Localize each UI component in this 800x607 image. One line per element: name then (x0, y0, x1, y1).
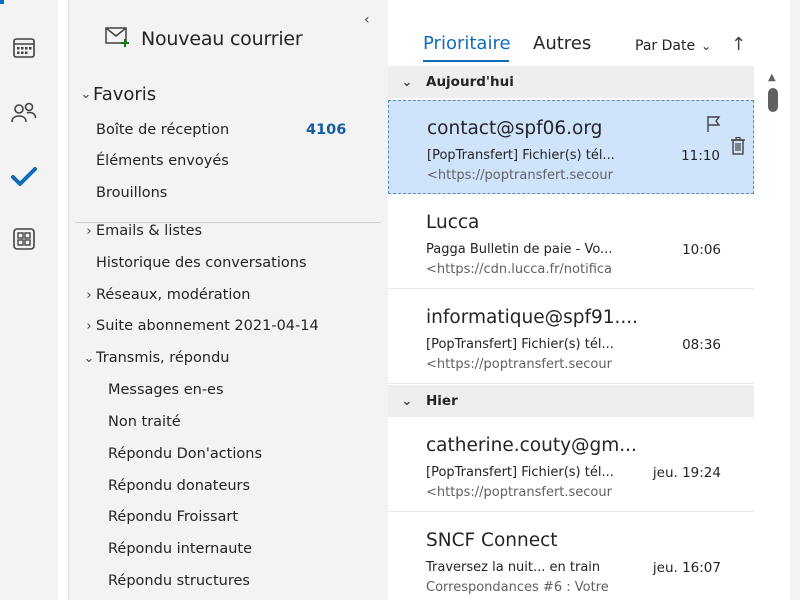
message-subject: Traversez la nuit... en train (426, 560, 601, 575)
compose-icon (105, 26, 131, 52)
folder-emails-listes[interactable]: › Emails & listes (82, 218, 202, 244)
chevron-down-icon: ⌄ (83, 350, 95, 366)
message-preview: Correspondances #6 : Votre (426, 580, 609, 595)
folder-drafts[interactable]: Brouillons (96, 180, 167, 206)
scroll-up-arrow-icon[interactable]: ▲ (768, 72, 776, 83)
flag-icon[interactable] (705, 115, 723, 133)
sort-direction-icon[interactable]: ↑ (731, 34, 746, 55)
trash-icon[interactable] (729, 137, 747, 155)
apps-icon[interactable] (11, 226, 37, 252)
message-sender: SNCF Connect (426, 530, 558, 551)
message-sender: informatique@spf91.... (426, 307, 639, 328)
subfolder-label: Non traité (108, 414, 181, 430)
folder-suite[interactable]: › Suite abonnement 2021-04-14 (82, 313, 319, 339)
people-icon[interactable] (11, 100, 37, 126)
message-time: jeu. 16:07 (652, 560, 721, 576)
message-item[interactable]: SNCF Connect Traversez la nuit... en tra… (388, 513, 754, 607)
folder-emails-listes-label: Emails & listes (96, 223, 203, 239)
message-sender: Lucca (426, 212, 480, 233)
inbox-unread-count: 4106 (306, 122, 347, 138)
folder-drafts-label: Brouillons (96, 185, 168, 201)
chevron-down-icon: ⌄ (701, 39, 712, 53)
subfolder-item[interactable]: Répondu internaute (108, 536, 252, 562)
reading-pane-edge (790, 0, 800, 600)
folder-sent-label: Éléments envoyés (96, 153, 229, 169)
new-mail-button[interactable]: Nouveau courrier (105, 26, 303, 52)
message-item[interactable]: contact@spf06.org [PopTransfert] Fichier… (388, 100, 754, 194)
subfolder-label: Messages en-es (108, 382, 224, 398)
calendar-icon[interactable] (11, 35, 37, 61)
todo-check-icon[interactable] (11, 163, 37, 189)
folder-transmis[interactable]: ⌄ Transmis, répondu (82, 345, 230, 371)
message-preview: <https://cdn.lucca.fr/notifica (426, 262, 613, 277)
inbox-tabs: Prioritaire Autres Par Date ⌄ ↑ (388, 0, 754, 66)
tab-other[interactable]: Autres (533, 33, 591, 54)
subfolder-item[interactable]: Messages en-es (108, 377, 224, 403)
message-sender: catherine.couty@gm... (426, 435, 637, 456)
folder-inbox-label: Boîte de réception (96, 122, 230, 138)
rail-accent (0, 0, 4, 4)
message-time: 08:36 (682, 337, 721, 353)
folder-suite-label: Suite abonnement 2021-04-14 (96, 318, 319, 334)
message-subject: [PopTransfert] Fichier(s) tél... (426, 465, 614, 480)
message-preview: <https://poptransfert.secour (426, 485, 612, 500)
chevron-right-icon: › (86, 318, 92, 334)
message-sender: contact@spf06.org (427, 118, 603, 139)
message-item[interactable]: informatique@spf91.... [PopTransfert] Fi… (388, 290, 754, 384)
message-time: 11:10 (681, 148, 720, 164)
app-rail (0, 0, 58, 600)
subfolder-label: Répondu structures (108, 573, 250, 589)
favorites-header[interactable]: ⌄ Favoris (79, 81, 157, 107)
collapse-pane-icon[interactable]: ‹ (364, 12, 370, 28)
message-list-pane: Prioritaire Autres Par Date ⌄ ↑ ⌄ Aujour… (388, 0, 754, 600)
tab-focused-underline (423, 60, 509, 62)
group-header-yesterday[interactable]: ⌄ Hier (388, 385, 754, 417)
subfolder-item[interactable]: Répondu Froissart (108, 504, 238, 530)
folder-historique[interactable]: Historique des conversations (96, 250, 307, 276)
sort-label: Par Date (635, 38, 696, 54)
chevron-down-icon: ⌄ (80, 86, 92, 102)
folder-reseaux[interactable]: › Réseaux, modération (82, 282, 250, 308)
group-header-today[interactable]: ⌄ Aujourd'hui (388, 66, 754, 98)
message-subject: [PopTransfert] Fichier(s) tél... (426, 337, 614, 352)
message-item[interactable]: catherine.couty@gm... [PopTransfert] Fic… (388, 418, 754, 512)
new-mail-label: Nouveau courrier (141, 28, 303, 50)
subfolder-item[interactable]: Répondu structures (108, 568, 250, 594)
message-time: jeu. 19:24 (652, 465, 721, 481)
group-label: Aujourd'hui (426, 74, 514, 90)
chevron-down-icon: ⌄ (401, 74, 413, 90)
subfolder-label: Répondu internaute (108, 541, 253, 557)
subfolder-label: Répondu Don'actions (108, 446, 263, 462)
sort-dropdown[interactable]: Par Date ⌄ (635, 38, 711, 54)
subfolder-item[interactable]: Répondu donateurs (108, 473, 250, 499)
tab-focused[interactable]: Prioritaire (423, 33, 511, 54)
message-preview: <https://poptransfert.secour (426, 357, 612, 372)
message-subject: [PopTransfert] Fichier(s) tél... (427, 148, 615, 163)
message-time: 10:06 (682, 242, 721, 258)
favorites-label: Favoris (93, 83, 157, 105)
scrollbar-thumb[interactable] (768, 88, 778, 112)
folder-historique-label: Historique des conversations (96, 255, 307, 271)
message-subject: Pagga Bulletin de paie - Vo... (426, 242, 613, 257)
message-preview: <https://poptransfert.secour (427, 168, 613, 183)
subfolder-item[interactable]: Non traité (108, 409, 181, 435)
chevron-down-icon: ⌄ (401, 393, 413, 409)
subfolder-label: Répondu Froissart (108, 509, 239, 525)
chevron-right-icon: › (86, 287, 92, 303)
folder-sent[interactable]: Éléments envoyés (96, 148, 229, 174)
folder-pane: Nouveau courrier ‹ ⌄ Favoris Boîte de ré… (68, 0, 389, 600)
folder-transmis-label: Transmis, répondu (96, 350, 230, 366)
message-item[interactable]: Lucca Pagga Bulletin de paie - Vo... <ht… (388, 195, 754, 289)
folder-reseaux-label: Réseaux, modération (96, 287, 251, 303)
subfolder-label: Répondu donateurs (108, 478, 251, 494)
chevron-right-icon: › (86, 223, 92, 239)
group-label: Hier (426, 393, 458, 409)
subfolder-item[interactable]: Répondu Don'actions (108, 441, 262, 467)
